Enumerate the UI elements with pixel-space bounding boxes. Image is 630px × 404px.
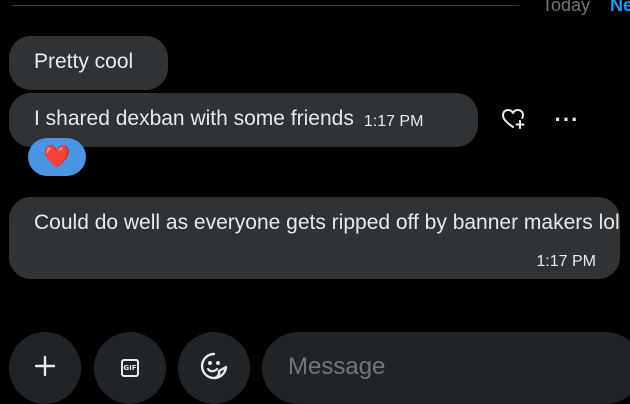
dm-conversation: Today Ne Pretty cool I shared dexban wit… bbox=[0, 0, 630, 404]
reaction-emoji: ❤️ bbox=[43, 144, 71, 169]
message-bubble[interactable]: I shared dexban with some friends 1:17 PM bbox=[9, 93, 478, 147]
emoji-icon bbox=[199, 351, 229, 386]
heart-plus-icon bbox=[502, 108, 526, 135]
message-bubble[interactable]: Pretty cool bbox=[9, 36, 168, 90]
message-bubble[interactable]: Could do well as everyone gets ripped of… bbox=[9, 197, 620, 279]
add-reaction-button[interactable] bbox=[500, 108, 528, 134]
plus-icon bbox=[34, 355, 56, 382]
message-text: I shared dexban with some friends bbox=[34, 107, 354, 130]
heart-reaction-badge[interactable]: ❤️ bbox=[28, 138, 86, 176]
date-divider-line bbox=[12, 5, 519, 6]
message-composer bbox=[262, 332, 630, 404]
message-text: Could do well as everyone gets ripped of… bbox=[34, 211, 620, 234]
gif-icon: GIF bbox=[121, 359, 139, 377]
new-messages-marker: Ne bbox=[610, 0, 630, 15]
more-options-button[interactable]: ··· bbox=[552, 106, 582, 134]
more-horizontal-icon: ··· bbox=[554, 107, 580, 132]
message-timestamp: 1:17 PM bbox=[536, 253, 596, 270]
message-text: Pretty cool bbox=[34, 50, 134, 73]
gif-button[interactable]: GIF bbox=[94, 332, 166, 404]
add-media-button[interactable] bbox=[9, 332, 81, 404]
message-timestamp: 1:17 PM bbox=[363, 113, 424, 130]
emoji-button[interactable] bbox=[178, 332, 250, 404]
date-divider-label: Today bbox=[542, 0, 591, 15]
message-input[interactable] bbox=[286, 332, 620, 402]
